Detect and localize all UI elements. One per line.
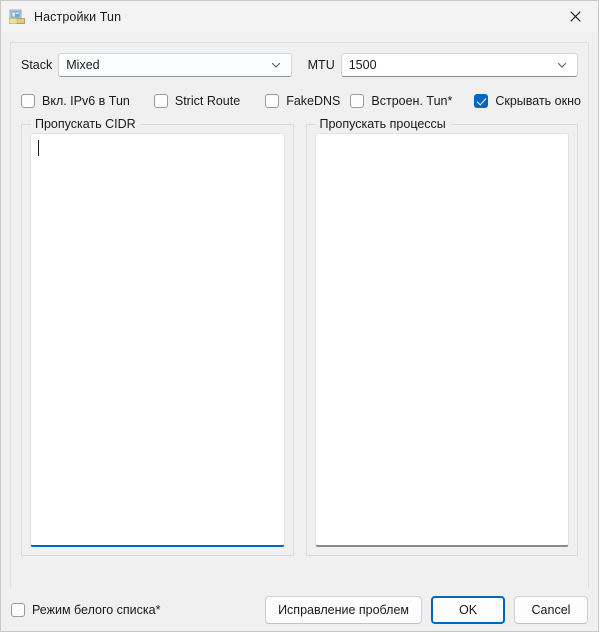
close-icon[interactable]: [553, 1, 598, 32]
group-bypass-processes: Пропускать процессы: [305, 117, 578, 556]
checkbox-box: [265, 94, 280, 108]
checkbox-fakedns[interactable]: FakeDNS: [265, 94, 340, 108]
footer-bar: Режим белого списка* Исправление проблем…: [1, 588, 598, 631]
titlebar: Настройки Tun: [1, 1, 598, 33]
text-caret: [38, 140, 39, 156]
checkbox-hide-window[interactable]: Скрывать окно: [474, 94, 581, 108]
troubleshoot-button[interactable]: Исправление проблем: [265, 595, 422, 624]
stack-label: Stack: [21, 58, 53, 72]
group-bypass-cidr-title: Пропускать CIDR: [31, 117, 140, 131]
content-panel: Stack Mixed MTU 1500 Вкл. IPv6 в Tun Str…: [10, 42, 589, 588]
stack-value: Mixed: [66, 58, 100, 72]
checkbox-box: [153, 94, 168, 108]
mtu-value: 1500: [348, 58, 377, 72]
checkbox-box: [350, 94, 365, 108]
stack-combobox[interactable]: Mixed: [58, 53, 292, 77]
checkbox-whitelist-mode[interactable]: Режим белого списка*: [11, 602, 161, 617]
chevron-down-icon: [269, 58, 283, 72]
checkbox-strict-route[interactable]: Strict Route: [153, 94, 241, 108]
checkbox-box: [474, 94, 489, 108]
group-bypass-processes-title: Пропускать процессы: [315, 117, 450, 131]
tun-settings-window: Настройки Tun Stack Mixed MTU 1500 Вкл. …: [0, 0, 599, 632]
window-title: Настройки Tun: [34, 9, 122, 24]
checkbox-ipv6[interactable]: Вкл. IPv6 в Tun: [21, 94, 130, 108]
cancel-button[interactable]: Cancel: [514, 595, 588, 624]
bypass-cidr-textarea[interactable]: [30, 133, 285, 547]
checkbox-strict-route-label: Strict Route: [174, 94, 241, 108]
checkbox-hide-window-label: Скрывать окно: [495, 94, 581, 108]
checkbox-box: [11, 602, 25, 617]
checkbox-builtin-tun-label: Встроен. Tun*: [371, 94, 453, 108]
checkbox-ipv6-label: Вкл. IPv6 в Tun: [42, 94, 130, 108]
checkbox-box: [21, 94, 35, 108]
bypass-lists: Пропускать CIDR Пропускать процессы: [21, 117, 578, 556]
mtu-label: MTU: [307, 58, 335, 72]
chevron-down-icon: [555, 58, 569, 72]
checkbox-whitelist-mode-label: Режим белого списка*: [32, 602, 161, 617]
mtu-combobox[interactable]: 1500: [340, 53, 578, 77]
tun-settings-icon: [8, 8, 26, 26]
checkbox-builtin-tun[interactable]: Встроен. Tun*: [350, 94, 452, 108]
ok-button[interactable]: OK: [431, 595, 505, 624]
group-bypass-cidr: Пропускать CIDR: [21, 117, 294, 556]
bypass-processes-textarea[interactable]: [314, 133, 569, 547]
network-config-row: Stack Mixed MTU 1500: [21, 53, 578, 77]
checkbox-fakedns-label: FakeDNS: [286, 94, 341, 108]
options-row: Вкл. IPv6 в Tun Strict Route FakeDNS Вст…: [21, 91, 581, 111]
